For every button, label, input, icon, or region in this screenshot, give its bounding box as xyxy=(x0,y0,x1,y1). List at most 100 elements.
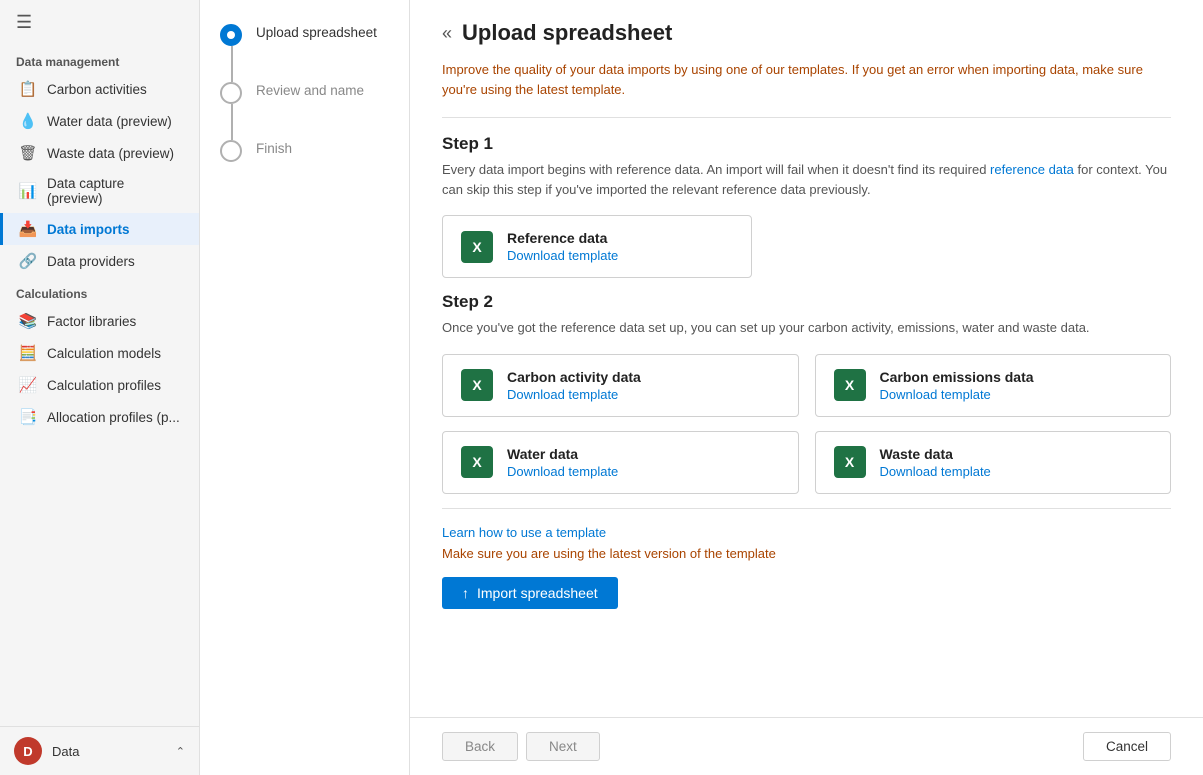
step1-cards-row: X Reference data Download template xyxy=(442,215,1171,278)
step2-top-cards-row: X Carbon activity data Download template… xyxy=(442,354,1171,417)
sidebar-item-factor-libraries[interactable]: 📚 Factor libraries xyxy=(0,305,199,337)
step-review-circle xyxy=(220,82,242,104)
reference-data-card[interactable]: X Reference data Download template xyxy=(442,215,752,278)
step-finish-label: Finish xyxy=(256,140,292,156)
waste-data-icon: 🗑 xyxy=(19,144,37,162)
carbon-activity-excel-icon: X xyxy=(461,369,493,401)
step-upload-label: Upload spreadsheet xyxy=(256,24,377,40)
step-finish[interactable]: Finish xyxy=(220,140,389,162)
import-spreadsheet-button[interactable]: ↑ Import spreadsheet xyxy=(442,577,618,609)
footer-name: Data xyxy=(52,744,166,759)
sidebar-item-label: Factor libraries xyxy=(47,314,136,329)
upload-icon: ↑ xyxy=(462,585,469,601)
import-button-label: Import spreadsheet xyxy=(477,585,598,601)
calculation-models-icon: 🧮 xyxy=(19,344,37,362)
carbon-emissions-excel-icon: X xyxy=(834,369,866,401)
sidebar-item-allocation-profiles[interactable]: 📑 Allocation profiles (p... xyxy=(0,401,199,433)
back-icon[interactable]: « xyxy=(442,23,452,44)
sidebar-item-calculation-profiles[interactable]: 📈 Calculation profiles xyxy=(0,369,199,401)
calculation-profiles-icon: 📈 xyxy=(19,376,37,394)
step1-heading: Step 1 xyxy=(442,134,1171,154)
step-review-label: Review and name xyxy=(256,82,364,98)
reference-data-download-link[interactable]: Download template xyxy=(507,248,618,263)
waste-data-download-link[interactable]: Download template xyxy=(880,464,991,479)
factor-libraries-icon: 📚 xyxy=(19,312,37,330)
sidebar-item-label: Allocation profiles (p... xyxy=(47,410,180,425)
step-review[interactable]: Review and name xyxy=(220,82,389,104)
section-label-calculations: Calculations xyxy=(0,277,199,305)
sidebar-item-label: Data imports xyxy=(47,222,130,237)
waste-data-card-title: Waste data xyxy=(880,446,991,462)
step-finish-circle xyxy=(220,140,242,162)
data-imports-icon: 📥 xyxy=(19,220,37,238)
next-button[interactable]: Next xyxy=(526,732,600,761)
water-data-card-info: Water data Download template xyxy=(507,446,618,479)
step1-section: Step 1 Every data import begins with ref… xyxy=(442,134,1171,278)
sidebar-item-water-data[interactable]: 💧 Water data (preview) xyxy=(0,105,199,137)
sidebar-item-label: Carbon activities xyxy=(47,82,147,97)
reference-data-excel-icon: X xyxy=(461,231,493,263)
section-divider xyxy=(442,117,1171,118)
bottom-divider xyxy=(442,508,1171,509)
allocation-profiles-icon: 📑 xyxy=(19,408,37,426)
sidebar-item-carbon-activities[interactable]: 📋 Carbon activities xyxy=(0,73,199,105)
page-title: Upload spreadsheet xyxy=(462,20,672,46)
step2-description: Once you've got the reference data set u… xyxy=(442,318,1171,338)
sidebar-item-data-imports[interactable]: 📥 Data imports xyxy=(0,213,199,245)
step1-description: Every data import begins with reference … xyxy=(442,160,1171,199)
water-data-card-title: Water data xyxy=(507,446,618,462)
chevron-icon: ⌃ xyxy=(176,745,185,758)
step2-section: Step 2 Once you've got the reference dat… xyxy=(442,292,1171,494)
info-banner: Improve the quality of your data imports… xyxy=(442,60,1171,99)
sidebar-item-data-capture[interactable]: 📊 Data capture (preview) xyxy=(0,169,199,213)
carbon-activity-card[interactable]: X Carbon activity data Download template xyxy=(442,354,799,417)
waste-data-card-info: Waste data Download template xyxy=(880,446,991,479)
sidebar-item-label: Calculation models xyxy=(47,346,161,361)
carbon-emissions-download-link[interactable]: Download template xyxy=(880,387,1034,402)
carbon-activities-icon: 📋 xyxy=(19,80,37,98)
step2-bottom-cards-row: X Water data Download template X Waste d… xyxy=(442,431,1171,494)
water-data-download-link[interactable]: Download template xyxy=(507,464,618,479)
data-providers-icon: 🔗 xyxy=(19,252,37,270)
step-upload[interactable]: Upload spreadsheet xyxy=(220,24,389,46)
sidebar-item-label: Data capture (preview) xyxy=(47,176,183,206)
back-button[interactable]: Back xyxy=(442,732,518,761)
step-connector-1 xyxy=(231,46,233,82)
carbon-emissions-card[interactable]: X Carbon emissions data Download templat… xyxy=(815,354,1172,417)
sidebar-item-label: Calculation profiles xyxy=(47,378,161,393)
stepper-panel: Upload spreadsheet Review and name Finis… xyxy=(200,0,410,775)
content-body: « Upload spreadsheet Improve the quality… xyxy=(410,0,1203,717)
sidebar-item-waste-data[interactable]: 🗑 Waste data (preview) xyxy=(0,137,199,169)
hamburger-icon[interactable]: ☰ xyxy=(0,0,199,45)
reference-data-card-info: Reference data Download template xyxy=(507,230,618,263)
footer-bar: Back Next Cancel xyxy=(410,717,1203,775)
sidebar-item-label: Water data (preview) xyxy=(47,114,172,129)
sidebar-item-label: Data providers xyxy=(47,254,135,269)
data-capture-icon: 📊 xyxy=(19,182,37,200)
water-data-excel-icon: X xyxy=(461,446,493,478)
waste-data-excel-icon: X xyxy=(834,446,866,478)
carbon-activity-download-link[interactable]: Download template xyxy=(507,387,641,402)
reference-data-link[interactable]: reference data xyxy=(990,162,1074,177)
water-data-card[interactable]: X Water data Download template xyxy=(442,431,799,494)
carbon-activity-card-title: Carbon activity data xyxy=(507,369,641,385)
sidebar-footer[interactable]: D Data ⌃ xyxy=(0,726,199,775)
warning-text: Make sure you are using the latest versi… xyxy=(442,546,1171,561)
page-header: « Upload spreadsheet xyxy=(442,20,1171,46)
water-data-icon: 💧 xyxy=(19,112,37,130)
avatar: D xyxy=(14,737,42,765)
main-content: « Upload spreadsheet Improve the quality… xyxy=(410,0,1203,775)
carbon-emissions-card-info: Carbon emissions data Download template xyxy=(880,369,1034,402)
sidebar-item-calculation-models[interactable]: 🧮 Calculation models xyxy=(0,337,199,369)
reference-data-card-title: Reference data xyxy=(507,230,618,246)
sidebar-item-data-providers[interactable]: 🔗 Data providers xyxy=(0,245,199,277)
waste-data-card[interactable]: X Waste data Download template xyxy=(815,431,1172,494)
step-connector-2 xyxy=(231,104,233,140)
learn-link[interactable]: Learn how to use a template xyxy=(442,525,1171,540)
carbon-activity-card-info: Carbon activity data Download template xyxy=(507,369,641,402)
step-upload-circle xyxy=(220,24,242,46)
sidebar-item-label: Waste data (preview) xyxy=(47,146,174,161)
cancel-button[interactable]: Cancel xyxy=(1083,732,1171,761)
step2-heading: Step 2 xyxy=(442,292,1171,312)
section-label-data-management: Data management xyxy=(0,45,199,73)
